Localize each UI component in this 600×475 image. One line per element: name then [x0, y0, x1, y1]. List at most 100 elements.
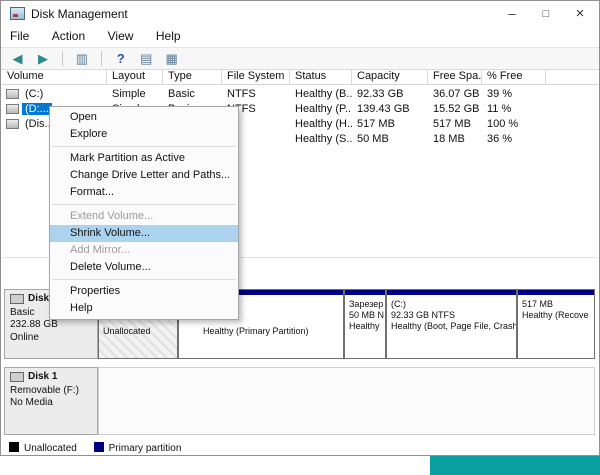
primary-partition-strip: [387, 290, 516, 295]
volume-status: Healthy (B...: [295, 88, 352, 100]
volume-free-space: 18 MB: [433, 133, 465, 145]
context-menu-item-delete-volume[interactable]: Delete Volume...: [50, 259, 238, 276]
partition-c-drive[interactable]: (C:) 92.33 GB NTFS Healthy (Boot, Page F…: [386, 289, 517, 359]
volume-free-space: 15.52 GB: [433, 103, 480, 115]
context-menu-separator: [52, 146, 236, 147]
context-menu-item-add-mirror: Add Mirror...: [70, 244, 130, 256]
volume-pct-free: 11 %: [487, 103, 512, 115]
context-menu-separator: [52, 204, 236, 205]
volume-capacity: 139.43 GB: [357, 103, 410, 115]
context-menu-item-explore[interactable]: Explore: [50, 126, 238, 143]
partition-label: Unallocated: [103, 326, 151, 336]
volume-pct-free: 39 %: [487, 88, 513, 100]
minimize-button[interactable]: –: [495, 1, 529, 27]
context-menu-separator: [52, 279, 236, 280]
context-menu-item-format[interactable]: Format...: [50, 184, 238, 201]
volume-status: Healthy (H...: [295, 118, 352, 130]
partition-size: 517 MB: [522, 299, 554, 309]
removable-disk-icon: [10, 372, 24, 382]
disk0-size: 232.88 GB: [10, 319, 58, 330]
partition-label: Зарезер: [349, 299, 384, 309]
column-header-type[interactable]: Type: [163, 69, 222, 85]
context-menu-item-properties[interactable]: Properties: [50, 283, 238, 300]
volume-layout: Simple: [112, 88, 146, 100]
volume-type: Basic: [168, 88, 195, 100]
menu-help[interactable]: Help: [147, 27, 190, 43]
title-bar: Disk Management – □ ×: [1, 1, 599, 27]
primary-partition-strip: [345, 290, 385, 295]
partition-size: 50 MB N: [349, 310, 385, 320]
app-icon: [10, 7, 25, 20]
volume-pct-free: 100 %: [487, 118, 519, 130]
partition-recovery[interactable]: 517 MB Healthy (Recove: [517, 289, 595, 359]
volume-name: (D:...: [22, 103, 52, 115]
disk1-type: Removable (F:): [10, 385, 79, 396]
disk-management-window: Disk Management – □ × File Action View H…: [0, 0, 600, 456]
partition-status: Healthy (Recove: [522, 310, 589, 320]
maximize-button[interactable]: □: [529, 1, 563, 27]
menu-action[interactable]: Action: [43, 27, 94, 43]
window-title: Disk Management: [31, 7, 128, 21]
volume-status: Healthy (S...: [295, 133, 352, 145]
menu-view[interactable]: View: [99, 27, 143, 43]
volume-capacity: 517 MB: [357, 118, 395, 130]
drive-icon: [6, 119, 19, 129]
context-menu-item-open[interactable]: Open: [50, 109, 238, 126]
context-menu-item-shrink-volume[interactable]: Shrink Volume...: [50, 225, 238, 242]
desktop-background: [430, 456, 600, 475]
context-menu-item-change-drive-letter[interactable]: Change Drive Letter and Paths...: [50, 167, 238, 184]
back-icon[interactable]: ◀: [7, 51, 28, 67]
disk1-name: Disk 1: [28, 371, 58, 382]
column-header-file-system[interactable]: File System: [222, 69, 290, 85]
volume-list-header: Volume Layout Type File System Status Ca…: [2, 69, 598, 85]
context-menu: Open Explore Mark Partition as Active Ch…: [49, 106, 239, 320]
column-header-layout[interactable]: Layout: [107, 69, 163, 85]
disk0-status: Online: [10, 332, 39, 343]
column-header-status[interactable]: Status: [290, 69, 352, 85]
context-menu-item-extend-volume: Extend Volume...: [70, 210, 154, 222]
menu-bar: File Action View Help: [1, 27, 599, 47]
partition-label: (C:): [391, 299, 406, 309]
partition-size: 92.33 GB NTFS: [391, 310, 456, 320]
forward-icon[interactable]: ▶: [32, 51, 53, 67]
column-header-capacity[interactable]: Capacity: [352, 69, 428, 85]
action-pane-icon[interactable]: ▤: [136, 51, 157, 67]
drive-icon: [6, 104, 19, 114]
volume-capacity: 50 MB: [357, 133, 389, 145]
help-icon[interactable]: ?: [110, 51, 131, 66]
partition-status: Healthy: [349, 321, 380, 331]
partition-legend: Unallocated Primary partition: [9, 442, 181, 454]
views-icon[interactable]: ▦: [161, 51, 182, 67]
volume-name: (C:): [25, 88, 44, 100]
disk0-type: Basic: [10, 307, 35, 318]
context-menu-item-mark-partition-active[interactable]: Mark Partition as Active: [50, 150, 238, 167]
column-header-free-space[interactable]: Free Spa...: [428, 69, 482, 85]
legend-primary-label: Primary partition: [108, 443, 182, 454]
disk1-empty-region[interactable]: [98, 367, 595, 435]
toolbar: ◀ ▶ ▥ ? ▤ ▦: [1, 47, 599, 70]
volume-row-c[interactable]: (C:) Simple Basic NTFS Healthy (B... 92.…: [2, 87, 598, 102]
partition-status: Healthy (Boot, Page File, Crash: [391, 321, 517, 331]
volume-file-system: NTFS: [227, 88, 256, 100]
toolbar-separator: [61, 51, 63, 67]
volume-free-space: 36.07 GB: [433, 88, 480, 100]
disk1-status: No Media: [10, 397, 53, 408]
partition-label: Healthy (Primary Partition): [203, 326, 309, 336]
context-menu-item-help[interactable]: Help: [50, 300, 238, 317]
toolbar-separator: [100, 51, 102, 67]
volume-capacity: 92.33 GB: [357, 88, 404, 100]
unallocated-swatch-icon: [9, 442, 19, 452]
volume-free-space: 517 MB: [433, 118, 471, 130]
column-header-pct-free[interactable]: % Free: [482, 69, 546, 85]
column-header-volume[interactable]: Volume: [2, 69, 107, 85]
primary-partition-strip: [518, 290, 594, 295]
menu-file[interactable]: File: [1, 27, 38, 43]
console-tree-icon[interactable]: ▥: [71, 51, 92, 67]
partition-system-reserved[interactable]: Зарезер 50 MB N Healthy: [344, 289, 386, 359]
close-button[interactable]: ×: [563, 1, 597, 27]
volume-status: Healthy (P...: [295, 103, 352, 115]
disk1-label-box[interactable]: Disk 1 Removable (F:) No Media: [4, 367, 98, 435]
volume-pct-free: 36 %: [487, 133, 513, 145]
drive-icon: [6, 89, 19, 99]
primary-swatch-icon: [93, 442, 104, 452]
